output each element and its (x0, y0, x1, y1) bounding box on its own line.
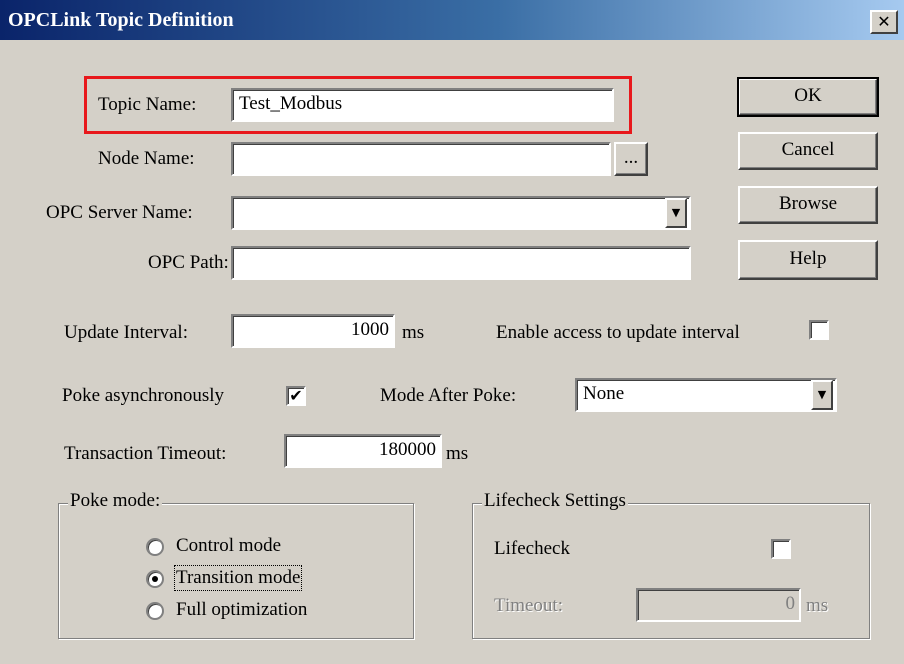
lifecheck-timeout-label: Timeout: (494, 595, 563, 616)
node-name-label: Node Name: (98, 148, 195, 169)
help-button-label: Help (789, 248, 827, 269)
update-interval-field[interactable]: 1000 (231, 314, 395, 348)
lifecheck-timeout-field[interactable]: 0 (636, 588, 801, 622)
lifecheck-timeout-unit: ms (806, 595, 829, 616)
node-name-browse-button[interactable]: ... (614, 142, 648, 176)
radio-selected-dot (152, 576, 158, 582)
transition-mode-label: Transition mode (173, 565, 303, 591)
topic-name-label: Topic Name: (98, 94, 196, 116)
mode-after-poke-value: None (583, 383, 625, 404)
transaction-timeout-unit: ms (446, 443, 469, 464)
radio-control-mode[interactable] (146, 538, 164, 556)
node-name-browse-label: ... (623, 147, 639, 168)
full-optimization-label: Full optimization (176, 599, 308, 620)
mode-after-poke-label: Mode After Poke: (380, 385, 517, 406)
topic-name-field[interactable]: Test_Modbus (231, 88, 614, 122)
update-interval-label: Update Interval: (64, 322, 188, 343)
opc-path-field[interactable] (231, 246, 691, 280)
update-interval-unit: ms (402, 322, 425, 343)
topic-name-label-text: Topic Name: (98, 94, 197, 115)
ok-button[interactable]: OK (737, 77, 879, 117)
lifecheck-timeout-value: 0 (785, 593, 796, 614)
topic-name-value: Test_Modbus (239, 93, 343, 114)
mode-after-poke-dropdown[interactable]: None (575, 378, 837, 412)
browse-button-label: Browse (778, 193, 838, 214)
opc-server-dropdown-arrow[interactable]: ▼ (665, 198, 687, 228)
title-bar[interactable]: OPCLink Topic Definition ✕ (0, 0, 904, 40)
poke-mode-title: Poke mode: (68, 490, 163, 512)
radio-transition-mode[interactable] (146, 570, 164, 588)
radio-full-optimization[interactable] (146, 602, 164, 620)
control-mode-label: Control mode (176, 535, 282, 556)
window-title: OPCLink Topic Definition (8, 9, 234, 31)
opc-server-name-label: OPC Server Name: (46, 202, 193, 223)
dialog-window: OPCLink Topic Definition ✕ Topic Name: T… (0, 0, 904, 664)
transaction-timeout-label: Transaction Timeout: (64, 443, 227, 464)
mode-after-poke-dropdown-arrow[interactable]: ▼ (811, 380, 833, 410)
node-name-field[interactable] (231, 142, 611, 176)
enable-access-checkbox[interactable] (809, 320, 829, 340)
opc-server-name-dropdown[interactable] (231, 196, 691, 230)
chevron-down-icon: ▼ (671, 206, 681, 219)
lifecheck-checkbox[interactable] (771, 539, 791, 559)
ok-button-label: OK (794, 85, 822, 106)
close-button[interactable]: ✕ (870, 10, 898, 34)
browse-button[interactable]: Browse (738, 186, 878, 224)
cancel-button-label: Cancel (781, 139, 835, 160)
enable-access-label: Enable access to update interval (496, 322, 740, 343)
check-icon: ✔ (289, 386, 303, 405)
poke-async-checkbox[interactable]: ✔ (286, 386, 306, 406)
update-interval-value: 1000 (351, 319, 389, 340)
poke-async-label: Poke asynchronously (62, 385, 225, 406)
lifecheck-title: Lifecheck Settings (482, 490, 628, 512)
chevron-down-icon: ▼ (817, 388, 827, 401)
close-icon: ✕ (877, 12, 891, 31)
help-button[interactable]: Help (738, 240, 878, 280)
cancel-button[interactable]: Cancel (738, 132, 878, 170)
transaction-timeout-field[interactable]: 180000 (284, 434, 442, 468)
lifecheck-label: Lifecheck (494, 538, 570, 559)
opc-path-label: OPC Path: (148, 252, 229, 273)
transaction-timeout-value: 180000 (379, 439, 436, 460)
